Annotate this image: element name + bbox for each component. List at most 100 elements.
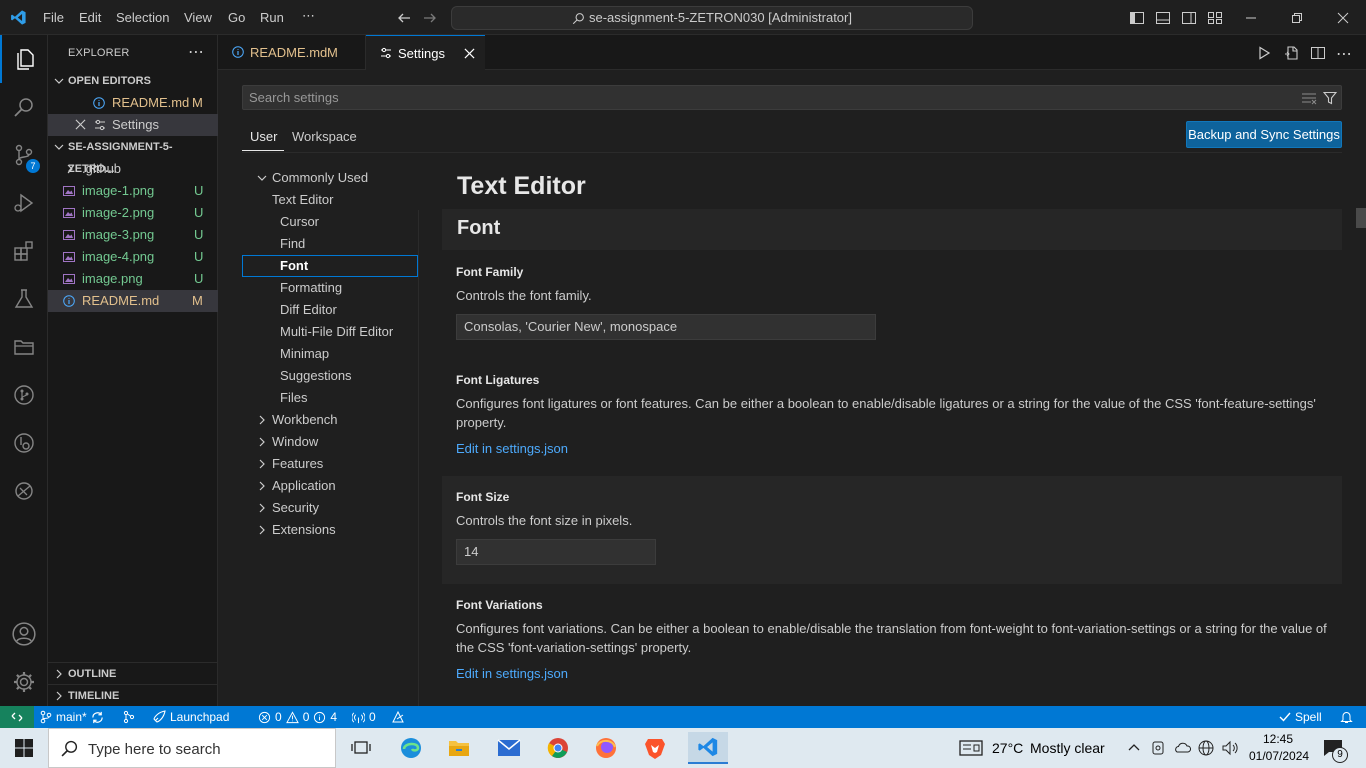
volume-icon[interactable] <box>1221 740 1239 756</box>
notifications-bell-icon[interactable] <box>1340 706 1353 728</box>
edit-in-settings-json-link[interactable]: Edit in settings.json <box>456 441 568 456</box>
live-share-icon[interactable] <box>391 706 405 728</box>
toc-window[interactable]: Window <box>272 431 318 453</box>
toc-multi-file-diff-editor[interactable]: Multi-File Diff Editor <box>280 321 393 343</box>
file-image-3[interactable]: image-3.png U <box>48 224 218 246</box>
mail-icon[interactable] <box>493 732 525 764</box>
branch-indicator[interactable]: main* <box>40 706 104 728</box>
run-icon[interactable] <box>1257 46 1271 60</box>
tab-user-settings[interactable]: User <box>250 129 277 144</box>
tab-settings[interactable]: Settings <box>366 35 485 70</box>
toc-find[interactable]: Find <box>280 233 305 255</box>
file-image-4[interactable]: image-4.png U <box>48 246 218 268</box>
menu-file[interactable]: File <box>43 10 64 25</box>
toc-minimap[interactable]: Minimap <box>280 343 329 365</box>
manage-gear-icon[interactable] <box>0 658 48 706</box>
file-readme[interactable]: README.md M <box>48 290 218 312</box>
close-window-icon[interactable] <box>1320 0 1366 35</box>
open-editors-header[interactable]: OPEN EDITORS <box>48 70 218 92</box>
toc-extensions[interactable]: Extensions <box>272 519 336 541</box>
scrollbar-thumb[interactable] <box>1356 208 1366 228</box>
folder-header[interactable]: SE-ASSIGNMENT-5-ZETRO... <box>48 136 218 175</box>
weather-icon[interactable] <box>959 740 983 756</box>
extensions-icon[interactable] <box>0 227 48 275</box>
problems-indicator[interactable]: 0 0 4 <box>258 706 337 728</box>
network-globe-icon[interactable] <box>1198 740 1214 756</box>
taskbar-search[interactable]: Type here to search <box>48 728 336 768</box>
folder-icon[interactable] <box>0 323 48 371</box>
restore-icon[interactable] <box>1274 0 1320 35</box>
vpn-icon[interactable] <box>1151 740 1165 756</box>
windows-start-icon[interactable] <box>8 732 40 764</box>
accounts-icon[interactable] <box>0 610 48 658</box>
toc-diff-editor[interactable]: Diff Editor <box>280 299 337 321</box>
menu-edit[interactable]: Edit <box>79 10 101 25</box>
remote-explorer-icon[interactable] <box>0 467 48 515</box>
toc-files[interactable]: Files <box>280 387 307 409</box>
toc-cursor[interactable]: Cursor <box>280 211 319 233</box>
git-graph-icon[interactable] <box>0 371 48 419</box>
file-explorer-icon[interactable] <box>443 732 475 764</box>
command-center[interactable]: se-assignment-5-ZETRON030 [Administrator… <box>451 6 973 30</box>
explorer-icon[interactable] <box>0 35 48 83</box>
toggle-panel-icon[interactable] <box>1155 10 1171 26</box>
menu-selection[interactable]: Selection <box>116 10 169 25</box>
filter-icon[interactable] <box>1323 91 1337 105</box>
open-editor-readme[interactable]: README.md M <box>48 92 218 114</box>
ports-indicator[interactable]: 0 <box>352 706 376 728</box>
toggle-secondary-sidebar-icon[interactable] <box>1181 10 1197 26</box>
clock-date[interactable]: 01/07/2024 <box>1249 749 1309 763</box>
menu-run[interactable]: Run <box>260 10 284 25</box>
font-family-input[interactable]: Consolas, 'Courier New', monospace <box>456 314 876 340</box>
gitlens-icon[interactable] <box>0 419 48 467</box>
chrome-icon[interactable] <box>542 732 574 764</box>
minimize-icon[interactable] <box>1228 0 1274 35</box>
toc-application[interactable]: Application <box>272 475 336 497</box>
toc-suggestions[interactable]: Suggestions <box>280 365 352 387</box>
timeline-header[interactable]: TIMELINE <box>48 684 218 706</box>
toc-security[interactable]: Security <box>272 497 319 519</box>
clock-time[interactable]: 12:45 <box>1263 732 1293 746</box>
file-image-2[interactable]: image-2.png U <box>48 202 218 224</box>
launchpad-indicator[interactable]: Launchpad <box>152 706 229 728</box>
sidebar-more-actions[interactable]: ⋯ <box>188 42 204 62</box>
spell-checker-indicator[interactable]: Spell <box>1279 706 1322 728</box>
chevron-up-icon[interactable] <box>1128 742 1140 752</box>
toc-text-editor[interactable]: Text Editor <box>272 189 333 211</box>
run-debug-icon[interactable] <box>0 179 48 227</box>
toc-font[interactable]: Font <box>280 255 308 277</box>
close-icon[interactable] <box>464 48 475 59</box>
toc-commonly-used[interactable]: Commonly Used <box>272 167 368 189</box>
customize-layout-icon[interactable] <box>1207 10 1223 26</box>
menu-more[interactable]: ⋯ <box>302 8 315 24</box>
onedrive-icon[interactable] <box>1173 740 1191 756</box>
forward-arrow-icon[interactable] <box>422 10 438 26</box>
task-view-icon[interactable] <box>345 732 377 764</box>
search-view-icon[interactable] <box>0 83 48 131</box>
backup-sync-button[interactable]: Backup and Sync Settings <box>1186 121 1342 148</box>
edge-browser-icon[interactable] <box>395 732 427 764</box>
open-settings-json-icon[interactable] <box>1284 45 1300 61</box>
firefox-icon[interactable] <box>590 732 622 764</box>
remote-indicator-icon[interactable] <box>0 706 34 728</box>
brave-icon[interactable] <box>639 732 671 764</box>
outline-header[interactable]: OUTLINE <box>48 662 218 684</box>
git-graph-status-icon[interactable] <box>122 706 136 728</box>
settings-search-input[interactable] <box>243 86 1283 109</box>
menu-view[interactable]: View <box>184 10 212 25</box>
edit-in-settings-json-link[interactable]: Edit in settings.json <box>456 666 568 681</box>
testing-flask-icon[interactable] <box>0 275 48 323</box>
file-image-1[interactable]: image-1.png U <box>48 180 218 202</box>
open-editor-settings[interactable]: Settings <box>48 114 218 136</box>
tab-readme[interactable]: README.md M <box>218 35 366 70</box>
file-image[interactable]: image.png U <box>48 268 218 290</box>
split-editor-icon[interactable] <box>1310 45 1326 61</box>
sync-icon[interactable] <box>91 711 104 724</box>
folder-github[interactable]: .github <box>48 158 218 180</box>
toc-workbench[interactable]: Workbench <box>272 409 338 431</box>
close-icon[interactable] <box>75 119 86 130</box>
source-control-icon[interactable]: 7 <box>0 131 48 179</box>
vscode-taskbar-icon[interactable] <box>688 732 728 764</box>
tab-workspace-settings[interactable]: Workspace <box>292 129 357 144</box>
more-actions-icon[interactable]: ⋯ <box>1336 44 1352 64</box>
